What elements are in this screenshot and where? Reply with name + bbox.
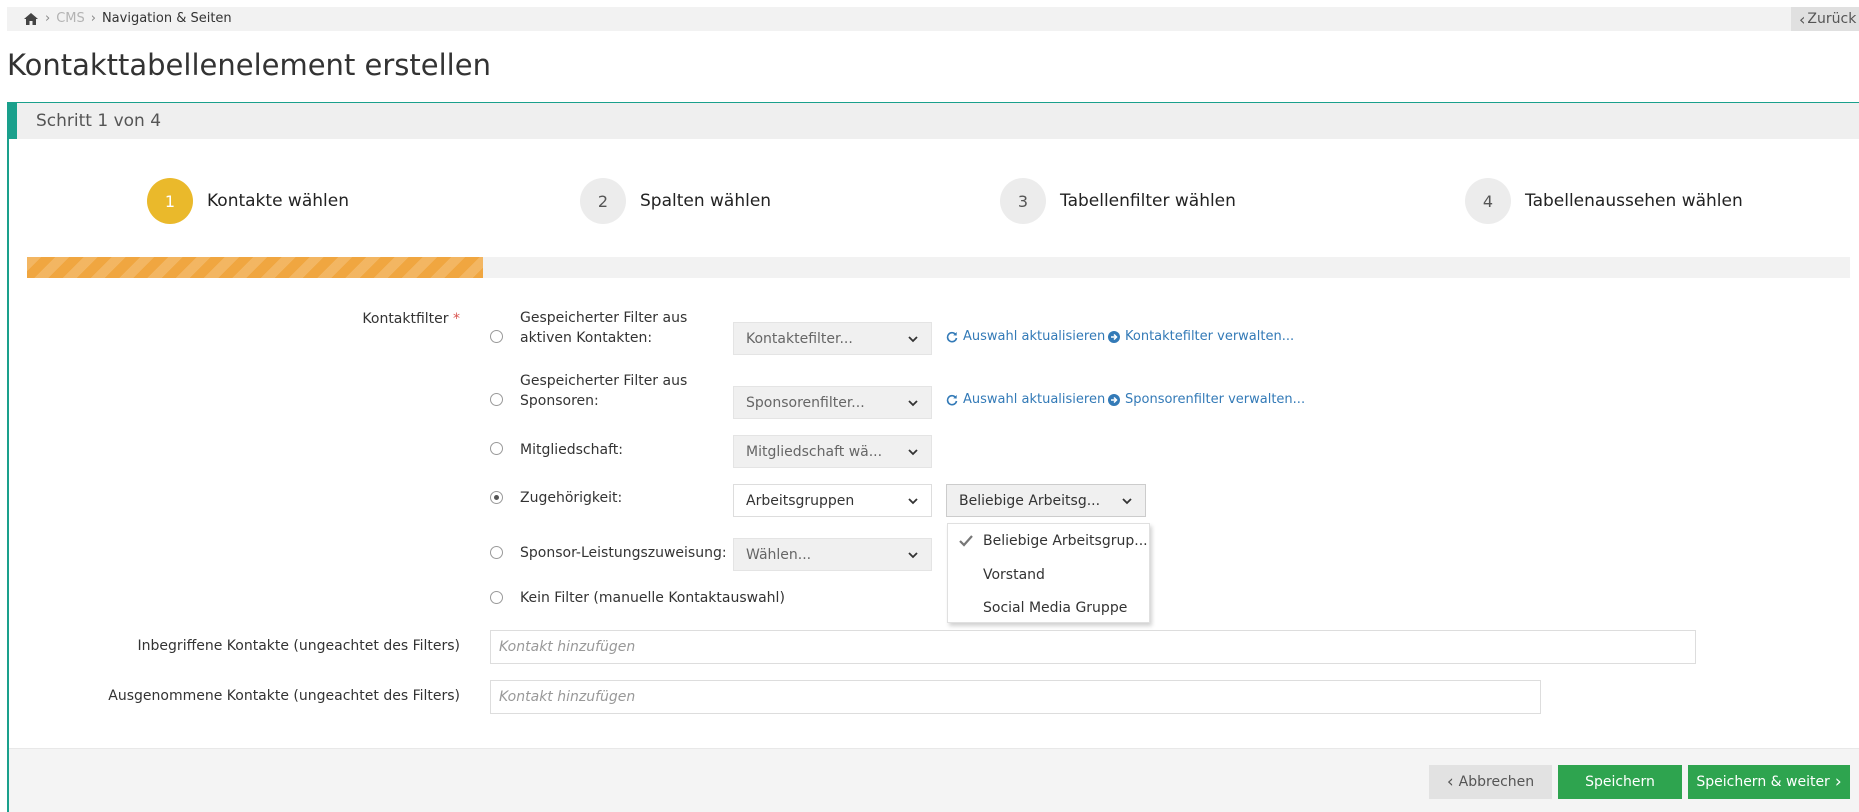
arrow-circle-right-icon xyxy=(1108,393,1120,406)
option-label-affiliation: Zugehörigkeit: xyxy=(520,490,623,506)
step-number: 1 xyxy=(147,178,193,224)
step-number: 3 xyxy=(1000,178,1046,224)
panel-header: Schritt 1 von 4 xyxy=(9,103,1859,139)
progress-bar xyxy=(27,257,1850,278)
chevron-right-icon: › xyxy=(90,11,96,26)
manage-contact-filters-link[interactable]: Kontaktefilter verwalten... xyxy=(1108,329,1294,344)
radio-affiliation[interactable] xyxy=(490,491,503,504)
select-value: Wählen... xyxy=(746,546,812,563)
select-value: Kontaktefilter... xyxy=(746,330,853,347)
chevron-down-icon xyxy=(1122,498,1132,505)
save-and-next-button[interactable]: Speichern & weiter › xyxy=(1688,765,1850,799)
panel-accent xyxy=(9,103,17,139)
manage-sponsor-filters-link[interactable]: Sponsorenfilter verwalten... xyxy=(1108,392,1305,407)
arrow-circle-right-icon xyxy=(1108,330,1120,343)
option-label-membership: Mitgliedschaft: xyxy=(520,442,623,458)
option-label-saved-contact-filter: Gespeicherter Filter aus aktiven Kontakt… xyxy=(520,310,688,346)
save-button-label: Speichern xyxy=(1585,774,1655,790)
refresh-link-label: Auswahl aktualisieren xyxy=(963,392,1106,407)
contact-filter-label-text: Kontaktfilter xyxy=(362,311,449,327)
chevron-down-icon xyxy=(908,552,918,559)
select-value: Mitgliedschaft wä... xyxy=(746,443,883,460)
step-label: Kontakte wählen xyxy=(207,191,349,211)
step-label: Tabellenaussehen wählen xyxy=(1525,191,1743,211)
manage-link-label: Kontaktefilter verwalten... xyxy=(1125,329,1295,344)
dropdown-item[interactable]: Social Media Gruppe xyxy=(948,592,1149,624)
option-label-no-filter: Kein Filter (manuelle Kontaktauswahl) xyxy=(520,590,785,606)
manage-link-label: Sponsorenfilter verwalten... xyxy=(1125,392,1306,407)
radio-saved-contact-filter[interactable] xyxy=(490,330,503,343)
dropdown-item-label: Beliebige Arbeitsgrup... xyxy=(983,533,1148,549)
input-placeholder: Kontakt hinzufügen xyxy=(499,689,636,705)
contact-filter-label: Kontaktfilter * xyxy=(362,311,460,327)
option-label-sponsor-assignment: Sponsor-Leistungszuweisung: xyxy=(520,545,727,561)
chevron-down-icon xyxy=(908,400,918,407)
chevron-right-icon: › xyxy=(45,11,51,26)
select-value: Beliebige Arbeitsg... xyxy=(959,492,1101,509)
workgroup-dropdown-menu: Beliebige Arbeitsgrup... Vorstand Social… xyxy=(947,523,1150,623)
included-contacts-label: Inbegriffene Kontakte (ungeachtet des Fi… xyxy=(137,638,460,654)
radio-sponsor-assignment[interactable] xyxy=(490,546,503,559)
save-next-button-label: Speichern & weiter xyxy=(1696,774,1830,790)
page-title: Kontakttabellenelement erstellen xyxy=(7,48,491,82)
membership-select[interactable]: Mitgliedschaft wä... xyxy=(733,435,932,468)
chevron-down-icon xyxy=(908,449,918,456)
step-3[interactable]: 3 Tabellenfilter wählen xyxy=(1000,178,1236,224)
breadcrumb: › CMS › Navigation & Seiten xyxy=(23,11,232,26)
step-label: Tabellenfilter wählen xyxy=(1060,191,1236,211)
sponsor-assignment-select[interactable]: Wählen... xyxy=(733,538,932,571)
step-number: 4 xyxy=(1465,178,1511,224)
contact-filter-select[interactable]: Kontaktefilter... xyxy=(733,322,932,355)
refresh-selection-link[interactable]: Auswahl aktualisieren xyxy=(946,329,1105,344)
breadcrumb-bar: › CMS › Navigation & Seiten ‹ Zurück xyxy=(7,7,1859,31)
panel-heading: Schritt 1 von 4 xyxy=(36,111,162,131)
progress-bar-fill xyxy=(27,257,483,278)
step-number: 2 xyxy=(580,178,626,224)
included-contacts-input[interactable]: Kontakt hinzufügen xyxy=(490,630,1696,664)
sponsor-filter-select[interactable]: Sponsorenfilter... xyxy=(733,386,932,419)
chevron-right-icon: › xyxy=(1834,772,1842,792)
select-value: Sponsorenfilter... xyxy=(746,394,865,411)
back-button-label: Zurück xyxy=(1807,11,1857,27)
dropdown-item[interactable]: Beliebige Arbeitsgrup... xyxy=(948,525,1149,557)
refresh-link-label: Auswahl aktualisieren xyxy=(963,329,1106,344)
breadcrumb-item-navigation[interactable]: Navigation & Seiten xyxy=(102,11,232,26)
home-icon[interactable] xyxy=(23,12,39,26)
dropdown-item-label: Vorstand xyxy=(983,567,1045,583)
check-icon xyxy=(959,535,973,547)
refresh-icon xyxy=(946,394,958,405)
input-placeholder: Kontakt hinzufügen xyxy=(499,639,636,655)
refresh-icon xyxy=(946,331,958,342)
excluded-contacts-label: Ausgenommene Kontakte (ungeachtet des Fi… xyxy=(108,688,460,704)
dropdown-item-label: Social Media Gruppe xyxy=(983,600,1128,616)
chevron-down-icon xyxy=(908,336,918,343)
affiliation-type-select[interactable]: Arbeitsgruppen xyxy=(733,484,932,517)
cancel-button-label: Abbrechen xyxy=(1458,774,1535,790)
radio-no-filter[interactable] xyxy=(490,591,503,604)
workgroup-select[interactable]: Beliebige Arbeitsg... xyxy=(946,484,1146,517)
refresh-selection-link[interactable]: Auswahl aktualisieren xyxy=(946,392,1105,407)
required-mark: * xyxy=(453,311,460,327)
step-2[interactable]: 2 Spalten wählen xyxy=(580,178,771,224)
radio-membership[interactable] xyxy=(490,442,503,455)
breadcrumb-item-cms[interactable]: CMS xyxy=(56,11,85,26)
chevron-left-icon: ‹ xyxy=(1799,9,1806,29)
back-button[interactable]: ‹ Zurück xyxy=(1791,7,1859,31)
step-label: Spalten wählen xyxy=(640,191,772,211)
radio-saved-sponsor-filter[interactable] xyxy=(490,393,503,406)
excluded-contacts-input[interactable]: Kontakt hinzufügen xyxy=(490,680,1541,714)
step-4[interactable]: 4 Tabellenaussehen wählen xyxy=(1465,178,1743,224)
option-label-saved-sponsor-filter: Gespeicherter Filter aus Sponsoren: xyxy=(520,373,688,409)
select-value: Arbeitsgruppen xyxy=(746,492,855,509)
cancel-button[interactable]: ‹ Abbrechen xyxy=(1429,765,1552,799)
save-button[interactable]: Speichern xyxy=(1558,765,1682,799)
step-1[interactable]: 1 Kontakte wählen xyxy=(147,178,349,224)
chevron-down-icon xyxy=(908,498,918,505)
dropdown-item[interactable]: Vorstand xyxy=(948,559,1149,591)
chevron-left-icon: ‹ xyxy=(1446,772,1454,792)
